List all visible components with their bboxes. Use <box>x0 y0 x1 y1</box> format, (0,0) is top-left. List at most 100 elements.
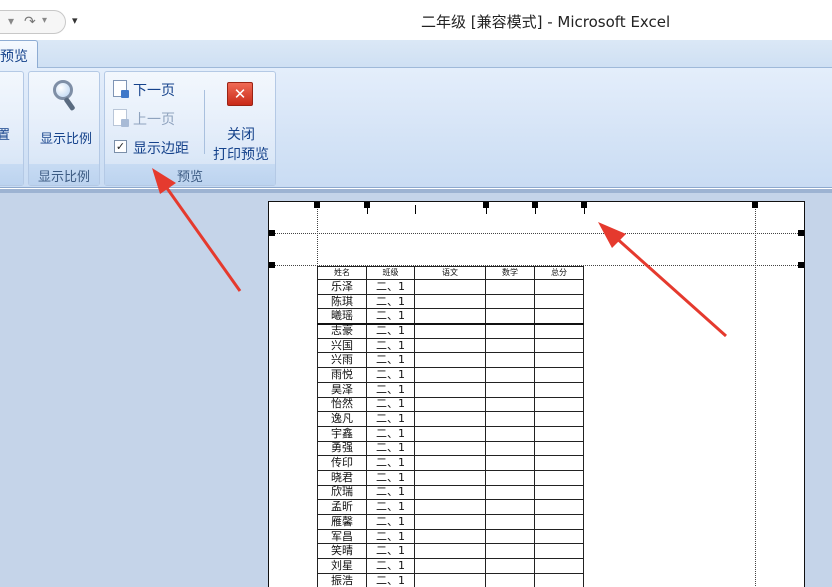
margin-handle[interactable] <box>798 262 804 268</box>
table-cell: 二、1 <box>366 543 415 560</box>
close-print-preview-button[interactable]: ✕ 关闭 打印预览 <box>209 78 273 163</box>
table-cell: 二、1 <box>366 396 415 413</box>
title-bar: ▾ ↷ ▾ ▾ 二年级 [兼容模式] - Microsoft Excel <box>0 0 832 40</box>
table-row: 陈琪 二、1 <box>317 293 584 310</box>
table-cell <box>485 558 535 574</box>
table-cell <box>485 352 535 369</box>
table-cell <box>414 411 486 427</box>
ribbon: 置 显示比例 显示比例 下一页 上一页 ✓ 显示边距 ✕ 关闭 打印预览 预览 <box>0 68 832 188</box>
group-label-page-setup <box>0 164 23 185</box>
next-page-button[interactable]: 下一页 <box>111 78 201 100</box>
table-cell <box>414 308 486 325</box>
table-cell <box>485 396 535 413</box>
table-row: 昊泽 二、1 <box>317 381 584 398</box>
table-cell <box>485 469 535 486</box>
table-cell <box>414 322 486 339</box>
tab-print-preview[interactable]: 预览 <box>0 40 38 69</box>
table-header-row: 姓名 班级 语文 数学 总分 <box>317 266 584 280</box>
table-cell: 传印 <box>317 455 367 471</box>
table-cell: 昊泽 <box>317 381 367 398</box>
table-cell <box>414 484 486 501</box>
table-cell <box>414 293 486 310</box>
header-margin-line[interactable] <box>269 233 804 234</box>
column-header: 班级 <box>366 266 415 280</box>
table-row: 雨悦 二、1 <box>317 367 584 383</box>
table-cell <box>485 455 535 471</box>
table-cell <box>534 381 584 398</box>
table-row: 晓君 二、1 <box>317 469 584 486</box>
table-cell <box>485 528 535 545</box>
table-cell <box>534 469 584 486</box>
margin-handle[interactable] <box>269 262 275 268</box>
table-cell <box>485 484 535 501</box>
table-cell: 曦瑶 <box>317 308 367 325</box>
redo-dropdown-icon[interactable]: ▾ <box>42 15 47 26</box>
print-preview-area[interactable]: 姓名 班级 语文 数学 总分 乐泽 二、1 陈琪 二、1 曦瑶 二、1 志豪 二、1 兴国 二、1 兴雨 二、1… <box>0 189 832 587</box>
table-row: 笑晴 二、1 <box>317 543 584 560</box>
preview-page: 姓名 班级 语文 数学 总分 乐泽 二、1 陈琪 二、1 曦瑶 二、1 志豪 二、1 兴国 二、1 兴雨 二、1… <box>268 201 805 587</box>
close-icon: ✕ <box>227 82 253 106</box>
table-cell <box>534 514 584 530</box>
table-cell <box>534 279 584 295</box>
margin-handle[interactable] <box>752 202 758 208</box>
column-header: 语文 <box>414 266 486 280</box>
table-cell <box>534 352 584 369</box>
table-cell <box>485 293 535 310</box>
table-cell: 陈琪 <box>317 293 367 310</box>
right-margin-line[interactable] <box>755 202 756 587</box>
table-cell <box>485 543 535 560</box>
group-label-preview: 预览 <box>105 164 275 185</box>
margin-handle[interactable] <box>314 202 320 208</box>
table-cell: 二、1 <box>366 528 415 545</box>
zoom-button-label: 显示比例 <box>39 132 92 147</box>
table-cell: 欣瑞 <box>317 484 367 501</box>
table-cell <box>485 440 535 457</box>
customize-toolbar-icon[interactable]: ▾ <box>72 14 78 27</box>
table-cell: 笑晴 <box>317 543 367 560</box>
column-tick <box>584 205 585 214</box>
table-cell <box>485 308 535 325</box>
table-cell: 二、1 <box>366 514 415 530</box>
table-cell: 雁馨 <box>317 514 367 530</box>
table-cell <box>485 572 535 587</box>
table-row: 逸凡 二、1 <box>317 411 584 427</box>
table-cell <box>534 308 584 325</box>
table-cell: 二、1 <box>366 455 415 471</box>
magnifier-icon <box>53 80 77 114</box>
margin-handle[interactable] <box>798 230 804 236</box>
table-cell <box>485 514 535 530</box>
redo-icon[interactable]: ↷ <box>24 14 36 30</box>
checkbox-checked-icon: ✓ <box>114 140 127 153</box>
undo-dropdown-icon[interactable]: ▾ <box>8 14 14 28</box>
previous-page-label: 上一页 <box>133 112 175 128</box>
table-cell <box>414 279 486 295</box>
table-cell: 二、1 <box>366 425 415 442</box>
table-cell: 逸凡 <box>317 411 367 427</box>
margin-handle[interactable] <box>269 230 275 236</box>
show-margins-label: 显示边距 <box>133 141 189 157</box>
page-setup-button[interactable]: 置 <box>0 124 10 143</box>
table-cell: 宇鑫 <box>317 425 367 442</box>
table-cell: 雨悦 <box>317 367 367 383</box>
ribbon-tab-row: 预览 <box>0 40 832 69</box>
table-cell <box>485 322 535 339</box>
table-cell <box>534 543 584 560</box>
show-margins-checkbox[interactable]: ✓ 显示边距 <box>111 136 201 158</box>
table-row: 振浩 二、1 <box>317 572 584 587</box>
column-header: 数学 <box>485 266 535 280</box>
ribbon-group-zoom: 显示比例 显示比例 <box>28 71 100 186</box>
table-cell <box>534 396 584 413</box>
table-row: 雁馨 二、1 <box>317 514 584 530</box>
zoom-button[interactable]: 显示比例 <box>33 76 95 152</box>
table-cell <box>534 411 584 427</box>
table-cell <box>414 558 486 574</box>
table-cell <box>534 440 584 457</box>
group-separator <box>204 90 205 154</box>
table-cell <box>534 558 584 574</box>
quick-access-toolbar: ▾ ↷ ▾ <box>0 10 66 34</box>
close-label: 关闭 <box>227 127 255 143</box>
table-cell <box>534 425 584 442</box>
previous-page-button[interactable]: 上一页 <box>111 107 201 129</box>
table-cell <box>414 572 486 587</box>
table-cell: 二、1 <box>366 469 415 486</box>
